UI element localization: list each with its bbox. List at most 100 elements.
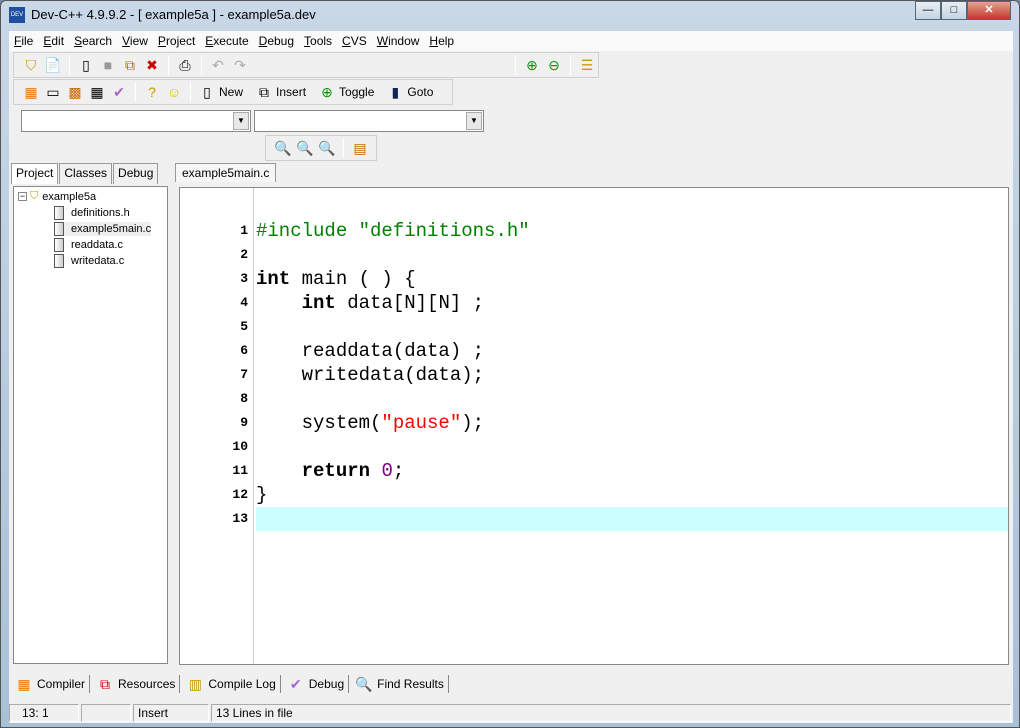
menu-cvs[interactable]: CVS	[341, 34, 368, 48]
redo-icon[interactable]: ↷	[231, 56, 249, 74]
bottom-tab-debug[interactable]: ✔ Debug	[281, 675, 350, 693]
save-icon[interactable]: ■	[99, 56, 117, 74]
print-icon[interactable]: ⎙	[176, 56, 194, 74]
debug-check-icon[interactable]: ✔	[110, 83, 128, 101]
find-next-icon[interactable]: 🔍	[318, 139, 336, 157]
code-line[interactable]: writedata(data);	[256, 363, 1008, 387]
modified-indicator	[81, 704, 131, 722]
menu-file[interactable]: File	[13, 34, 34, 48]
about-icon[interactable]: ☺	[165, 83, 183, 101]
code-token: #include	[256, 220, 359, 242]
code-line[interactable]: }	[256, 483, 1008, 507]
tree-file[interactable]: example5main.c	[54, 222, 152, 236]
tree-file[interactable]: writedata.c	[54, 254, 124, 268]
bottom-tab-resources[interactable]: ⧉ Resources	[90, 675, 181, 693]
code-line[interactable]	[256, 435, 1008, 459]
minimize-button[interactable]: —	[915, 1, 941, 20]
code-line[interactable]: int main ( ) {	[256, 267, 1008, 291]
code-token: }	[256, 484, 268, 506]
bottom-tab-find-results[interactable]: 🔍 Find Results	[349, 675, 449, 693]
close-button[interactable]: ✕	[967, 1, 1011, 20]
toggle-icon: ⊕	[321, 83, 333, 100]
toggle-bookmark-button[interactable]: ⊕ Toggle	[316, 83, 374, 101]
code-line[interactable]	[256, 387, 1008, 411]
chevron-down-icon[interactable]: ▼	[233, 112, 249, 130]
new-class-button[interactable]: ▯ New	[196, 83, 243, 101]
insert-button[interactable]: ⧉ Insert	[253, 83, 306, 101]
code-line[interactable]: #include "definitions.h"	[256, 219, 1008, 243]
file-icon	[54, 254, 64, 268]
goto-bookmark-button[interactable]: ▮ Goto	[384, 83, 434, 101]
menu-tools[interactable]: Tools	[303, 34, 333, 48]
code-token: writedata(data);	[256, 364, 485, 386]
title-bar[interactable]: DEV Dev-C++ 4.9.9.2 - [ example5a ] - ex…	[1, 1, 1019, 31]
line-number: 2	[240, 247, 248, 262]
tree-root[interactable]: − ⛉ example5a	[18, 190, 96, 203]
menu-project[interactable]: Project	[157, 34, 196, 48]
tab-classes[interactable]: Classes	[59, 163, 113, 184]
project-icon: ⛉	[30, 190, 39, 202]
add-to-project-icon[interactable]: ⊕	[523, 56, 541, 74]
open-project-icon[interactable]: ⛉	[22, 56, 40, 74]
compile-run-icon[interactable]: ▩	[66, 83, 84, 101]
menu-view[interactable]: View	[121, 34, 149, 48]
bottom-tab-label: Compiler	[37, 677, 86, 691]
editor-tab[interactable]: example5main.c	[175, 163, 277, 182]
member-combo[interactable]: ▼	[254, 110, 484, 132]
code-line[interactable]: system("pause");	[256, 411, 1008, 435]
code-line[interactable]: int data[N][N] ;	[256, 291, 1008, 315]
menu-execute[interactable]: Execute	[204, 34, 249, 48]
tab-debug[interactable]: Debug	[113, 163, 159, 184]
project-options-icon[interactable]: ☰	[578, 56, 596, 74]
line-number: 9	[240, 415, 248, 430]
find-results-icon: 🔍	[355, 675, 373, 692]
code-line[interactable]: return 0;	[256, 459, 1008, 483]
new-file-icon[interactable]: ▯	[77, 56, 95, 74]
code-token: system(	[256, 412, 382, 434]
bottom-tab-compiler[interactable]: ▦ Compiler	[9, 675, 91, 693]
maximize-button[interactable]: □	[941, 1, 967, 20]
replace-icon[interactable]: 🔍	[296, 139, 314, 157]
code-line[interactable]	[256, 315, 1008, 339]
chevron-down-icon[interactable]: ▼	[466, 112, 482, 130]
code-line[interactable]	[256, 243, 1008, 267]
run-icon[interactable]: ▭	[44, 83, 62, 101]
rebuild-icon[interactable]: ▦	[88, 83, 106, 101]
tree-file[interactable]: definitions.h	[54, 206, 130, 220]
collapse-icon[interactable]: −	[18, 192, 27, 201]
remove-from-project-icon[interactable]: ⊖	[545, 56, 563, 74]
help-icon[interactable]: ?	[143, 83, 161, 101]
main-toolbar: ⛉ 📄 ▯ ■ ⧉ ✖ ⎙ ↶ ↷ ⊕ ⊖ ☰	[13, 52, 599, 78]
resources-icon: ⧉	[100, 675, 111, 692]
menu-window[interactable]: Window	[376, 34, 421, 48]
menu-edit[interactable]: Edit	[42, 34, 65, 48]
insert-icon: ⧉	[259, 83, 270, 100]
new-icon: ▯	[203, 83, 211, 100]
file-icon	[54, 238, 64, 252]
menu-help[interactable]: Help	[428, 34, 455, 48]
cursor-position: 13: 1	[9, 704, 79, 722]
goto-line-icon[interactable]: ▤	[351, 139, 369, 157]
menu-debug[interactable]: Debug	[258, 34, 295, 48]
class-combo[interactable]: ▼	[21, 110, 251, 132]
compile-icon[interactable]: ▦	[22, 83, 40, 101]
tree-file[interactable]: readdata.c	[54, 238, 123, 252]
close-file-icon[interactable]: ✖	[143, 56, 161, 74]
undo-icon[interactable]: ↶	[209, 56, 227, 74]
line-number: 7	[240, 367, 248, 382]
file-icon	[54, 222, 64, 236]
code-line[interactable]	[256, 507, 1008, 531]
tab-project[interactable]: Project	[11, 163, 59, 184]
code-token: );	[461, 412, 485, 434]
menu-search[interactable]: Search	[73, 34, 113, 48]
status-bar: 13: 1 Insert 13 Lines in file	[9, 704, 1013, 722]
code-line[interactable]: readdata(data) ;	[256, 339, 1008, 363]
code-editor[interactable]: 1 #include "definitions.h" 2 3 int main ( ) …	[179, 187, 1009, 665]
bottom-tab-compile-log[interactable]: ▥ Compile Log	[180, 675, 281, 693]
code-token: ;	[392, 460, 405, 482]
line-number: 6	[240, 343, 248, 358]
save-all-icon[interactable]: ⧉	[121, 56, 139, 74]
file-icon	[54, 206, 64, 220]
open-file-icon[interactable]: 📄	[44, 56, 62, 74]
find-icon[interactable]: 🔍	[274, 139, 292, 157]
